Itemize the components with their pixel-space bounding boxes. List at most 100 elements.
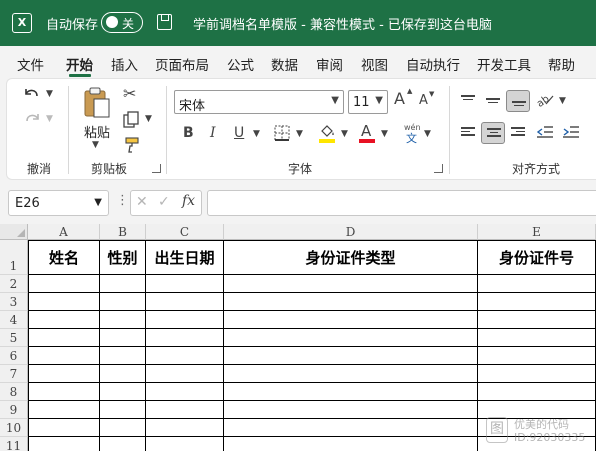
table-cell[interactable] [146,365,224,383]
tab-page-layout[interactable]: 页面布局 [155,54,209,74]
table-cell[interactable] [146,419,224,437]
phonetic-guide-icon[interactable]: wén [404,124,421,132]
undo-icon[interactable] [22,86,42,104]
table-cell[interactable] [28,419,100,437]
clipboard-launcher-icon[interactable] [152,164,161,173]
table-cell[interactable] [28,311,100,329]
table-cell[interactable] [478,347,596,365]
align-center-button[interactable] [481,122,505,144]
font-size-select[interactable]: 11 ▼ [348,90,388,114]
font-color-button[interactable]: A [361,124,371,139]
table-cell[interactable] [224,383,478,401]
save-icon[interactable] [157,14,172,30]
row-header[interactable]: 11 [0,437,28,451]
table-cell[interactable] [28,365,100,383]
table-cell[interactable] [28,347,100,365]
table-cell[interactable] [100,401,146,419]
more-options-icon[interactable]: ⋮ [116,194,129,207]
table-cell[interactable] [478,329,596,347]
row-header[interactable]: 8 [0,383,28,401]
header-cell-name[interactable]: 姓名 [28,240,100,275]
row-header[interactable]: 5 [0,329,28,347]
table-cell[interactable] [28,437,100,451]
row-header[interactable]: 7 [0,365,28,383]
align-bottom-button[interactable] [506,90,530,112]
table-cell[interactable] [28,401,100,419]
column-header-c[interactable]: C [146,224,224,240]
header-cell-birthdate[interactable]: 出生日期 [146,240,224,275]
tab-review[interactable]: 审阅 [316,54,343,74]
tab-help[interactable]: 帮助 [548,54,575,74]
table-cell[interactable] [478,365,596,383]
table-cell[interactable] [224,401,478,419]
paste-dropdown-icon[interactable]: ▼ [92,141,99,150]
table-cell[interactable] [100,293,146,311]
align-left-button[interactable] [456,122,480,144]
shrink-font-icon[interactable]: A [419,94,428,107]
font-name-select[interactable]: 宋体 ▼ [174,90,344,114]
tab-insert[interactable]: 插入 [111,54,138,74]
table-cell[interactable] [100,311,146,329]
table-cell[interactable] [224,311,478,329]
row-header[interactable]: 9 [0,401,28,419]
tab-view[interactable]: 视图 [361,54,388,74]
table-cell[interactable] [224,419,478,437]
table-cell[interactable] [100,383,146,401]
column-header-d[interactable]: D [224,224,478,240]
format-painter-icon[interactable] [123,136,141,154]
tab-file[interactable]: 文件 [17,54,44,74]
increase-indent-icon[interactable] [562,125,580,139]
fill-color-icon[interactable] [318,123,336,143]
header-cell-id-type[interactable]: 身份证件类型 [224,240,478,275]
table-cell[interactable] [28,275,100,293]
copy-dropdown-icon[interactable]: ▼ [145,115,152,124]
header-cell-id-number[interactable]: 身份证件号 [478,240,596,275]
cut-icon[interactable]: ✂ [123,86,136,102]
table-cell[interactable] [478,293,596,311]
table-cell[interactable] [146,383,224,401]
table-cell[interactable] [224,329,478,347]
row-header[interactable]: 2 [0,275,28,293]
grow-font-icon[interactable]: A [394,91,405,107]
name-box[interactable]: E26 ▼ [8,190,109,216]
table-cell[interactable] [478,275,596,293]
orientation-dropdown-icon[interactable]: ▼ [559,97,566,106]
align-right-button[interactable] [506,122,530,144]
tab-formulas[interactable]: 公式 [227,54,254,74]
align-top-button[interactable] [456,90,480,112]
fill-color-dropdown-icon[interactable]: ▼ [341,130,348,139]
table-cell[interactable] [28,329,100,347]
table-cell[interactable] [146,293,224,311]
select-all-corner[interactable] [0,224,28,240]
table-cell[interactable] [100,437,146,451]
autosave-toggle[interactable]: 关 [101,12,143,33]
row-header[interactable]: 4 [0,311,28,329]
italic-button[interactable]: I [210,126,216,140]
table-cell[interactable] [28,383,100,401]
table-cell[interactable] [146,329,224,347]
row-header[interactable]: 3 [0,293,28,311]
tab-developer[interactable]: 开发工具 [477,54,531,74]
table-cell[interactable] [224,293,478,311]
row-header[interactable]: 6 [0,347,28,365]
table-cell[interactable] [146,437,224,451]
phonetic-dropdown-icon[interactable]: ▼ [424,130,431,139]
paste-label[interactable]: 粘贴 [84,122,110,141]
column-header-e[interactable]: E [478,224,596,240]
row-header[interactable]: 10 [0,419,28,437]
table-cell[interactable] [100,419,146,437]
decrease-indent-icon[interactable] [536,125,554,139]
table-cell[interactable] [146,275,224,293]
table-cell[interactable] [146,401,224,419]
insert-function-icon[interactable]: fx [182,194,195,208]
tab-data[interactable]: 数据 [271,54,298,74]
orientation-icon[interactable]: ab [536,92,554,108]
table-cell[interactable] [478,383,596,401]
table-cell[interactable] [224,365,478,383]
column-header-a[interactable]: A [28,224,100,240]
borders-icon[interactable] [274,125,290,141]
align-middle-button[interactable] [481,90,505,112]
tab-automate[interactable]: 自动执行 [406,54,460,74]
table-cell[interactable] [28,293,100,311]
table-cell[interactable] [224,275,478,293]
